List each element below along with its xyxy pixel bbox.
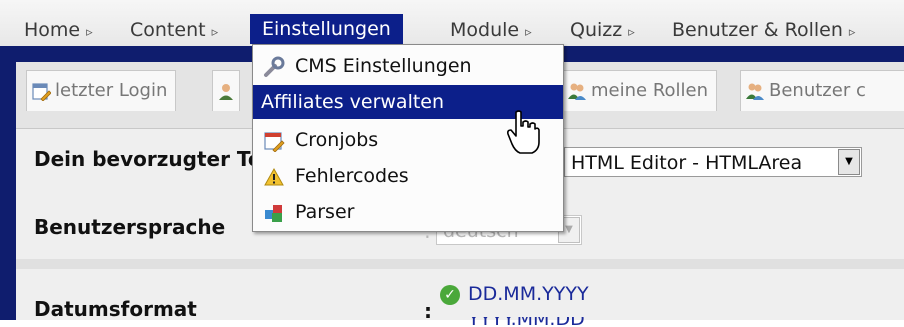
tab-label: letzter Login [55, 80, 168, 101]
date-format-option-ddmmyyyy[interactable]: DD.MM.YYYY [468, 283, 589, 305]
editor-select[interactable]: HTML Editor - HTMLArea ▼ [564, 147, 862, 177]
date-format-row: Datumsformat : ✓ DD.MM.YYYY YYYY.MM.DD [16, 269, 904, 327]
menu-item-benutzer-rollen[interactable]: Benutzer & Rollen ▹ [672, 16, 855, 44]
section-divider [16, 259, 904, 269]
language-label: Benutzersprache [34, 215, 226, 239]
warning-icon [264, 167, 284, 186]
submenu-flag-icon: ▹ [211, 25, 219, 40]
editor-select-value: HTML Editor - HTMLArea [571, 152, 803, 174]
dropdown-item-label: Cronjobs [295, 129, 379, 151]
dropdown-item-label: Affiliates verwalten [261, 91, 445, 113]
tab-partial[interactable] [212, 70, 240, 111]
dropdown-item-cms-einstellungen[interactable]: CMS Einstellungen [253, 49, 563, 83]
calendar-edit-icon [264, 132, 285, 152]
dropdown-item-label: CMS Einstellungen [295, 55, 472, 77]
checkmark-icon: ✓ [440, 285, 460, 305]
tab-meine-rollen[interactable]: meine Rollen [562, 70, 718, 111]
top-menu-bar: Home ▹ Content ▹ Einstellungen Module ▹ Qui… [0, 0, 904, 47]
users-icon [568, 83, 586, 100]
dropdown-item-label: Fehlercodes [295, 165, 409, 187]
blocks-icon [265, 205, 282, 222]
hand-cursor-icon [507, 110, 540, 154]
menu-item-label: Einstellungen [262, 18, 391, 40]
menu-item-label: Benutzer & Rollen [672, 19, 843, 41]
tab-benutzer[interactable]: Benutzer c [740, 70, 904, 111]
menu-item-label: Quizz [570, 19, 623, 41]
dropdown-item-fehlercodes[interactable]: Fehlercodes [253, 159, 563, 193]
menu-item-label: Home [24, 19, 81, 41]
menu-item-content[interactable]: Content ▹ [130, 16, 218, 44]
menu-item-home[interactable]: Home ▹ [24, 16, 93, 44]
tab-letzter-login[interactable]: letzter Login [26, 70, 177, 111]
wrench-icon [264, 56, 285, 77]
dropdown-item-label: Parser [295, 201, 355, 223]
submenu-flag-icon: ▹ [86, 25, 93, 40]
chevron-down-icon[interactable]: ▼ [838, 149, 860, 175]
menu-item-quizz[interactable]: Quizz ▹ [570, 16, 635, 44]
date-format-colon: : [424, 299, 432, 323]
date-format-label: Datumsformat [34, 297, 197, 321]
date-format-option-yyyymmdd[interactable]: YYYY.MM.DD [468, 317, 585, 327]
user-edit-icon [219, 84, 233, 100]
dropdown-item-parser[interactable]: Parser [253, 195, 563, 229]
submenu-flag-icon: ▹ [628, 25, 635, 40]
menu-item-label: Content [130, 19, 206, 41]
login-icon [32, 83, 51, 101]
menu-item-einstellungen[interactable]: Einstellungen [250, 14, 403, 44]
menu-item-module[interactable]: Module ▹ [450, 16, 532, 44]
submenu-flag-icon: ▹ [525, 25, 532, 40]
tab-label: meine Rollen [591, 80, 709, 101]
tab-label: Benutzer c [769, 80, 866, 101]
menu-item-label: Module [450, 19, 520, 41]
users-icon [746, 83, 764, 100]
submenu-flag-icon: ▹ [848, 25, 856, 40]
